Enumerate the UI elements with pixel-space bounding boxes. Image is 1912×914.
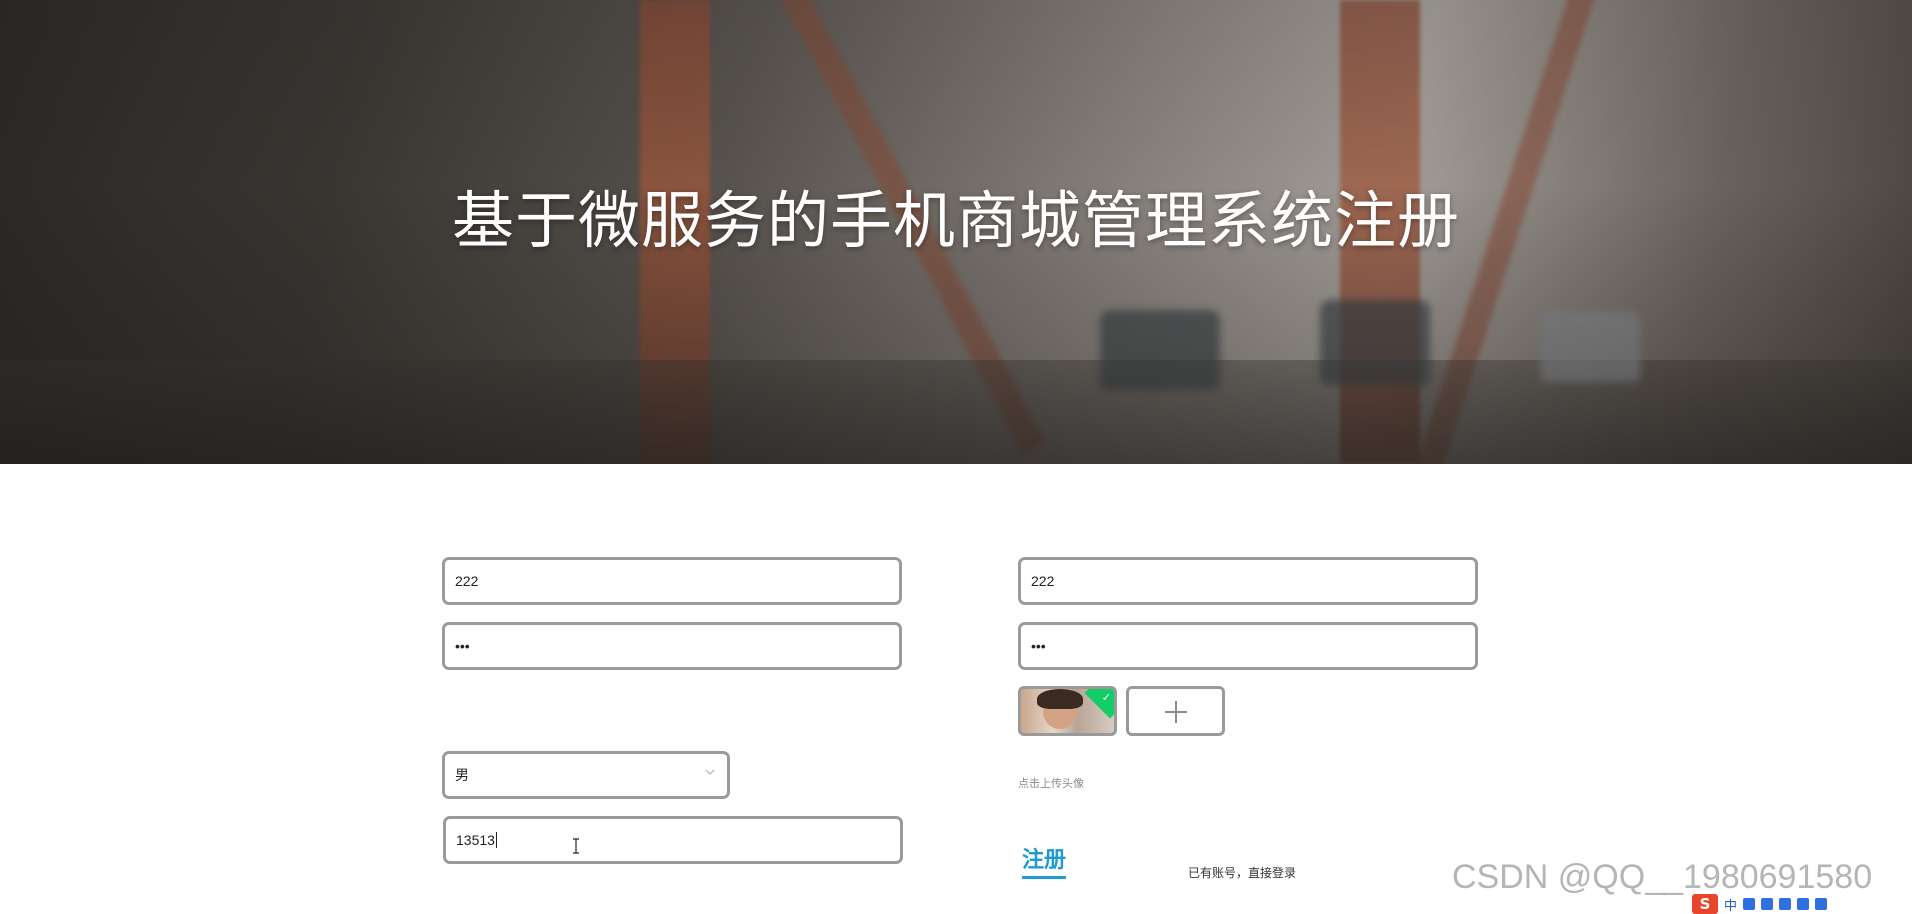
gender-selected-value: 男 (455, 767, 469, 783)
username-field[interactable]: 222 (442, 557, 902, 605)
gender-select[interactable]: 男 (442, 751, 730, 799)
punctuation-icon[interactable] (1743, 898, 1756, 910)
plus-icon-vertical (1175, 701, 1177, 723)
right-field-1-value: 222 (1031, 573, 1055, 589)
page-title: 基于微服务的手机商城管理系统注册 (451, 184, 1460, 257)
hero-banner: 基于微服务的手机商城管理系统注册 (0, 0, 1912, 464)
microphone-icon[interactable] (1761, 898, 1774, 910)
watermark: CSDN @QQ__1980691580 (1452, 858, 1873, 896)
upload-avatar-tip: 点击上传头像 (1018, 777, 1084, 790)
password-value: ••• (455, 638, 470, 654)
sogou-ime-logo-icon[interactable]: S (1692, 894, 1718, 914)
password-field[interactable]: ••• (442, 622, 902, 670)
keyboard-icon[interactable] (1779, 898, 1792, 910)
right-field-2[interactable]: ••• (1018, 622, 1478, 670)
right-field-2-value: ••• (1031, 638, 1046, 654)
ime-mode-label[interactable]: 中 (1724, 895, 1737, 914)
avatar-upload-button[interactable] (1126, 686, 1225, 736)
avatar-hair (1037, 689, 1083, 709)
register-button[interactable]: 注册 (1022, 842, 1067, 879)
skin-icon[interactable] (1797, 898, 1810, 910)
phone-value: 13513 (456, 832, 495, 848)
uploaded-avatar-thumbnail[interactable]: ✓ (1018, 686, 1117, 736)
chevron-down-icon (705, 769, 715, 775)
username-value: 222 (455, 573, 479, 589)
text-caret (495, 832, 497, 848)
login-link[interactable]: 已有账号，直接登录 (1188, 864, 1296, 881)
ime-toolbar[interactable]: S 中 (1692, 894, 1912, 914)
ibeam-cursor-icon (573, 838, 579, 854)
right-field-1[interactable]: 222 (1018, 557, 1478, 605)
toolbox-icon[interactable] (1815, 898, 1828, 910)
check-icon: ✓ (1101, 691, 1111, 704)
phone-field[interactable]: 13513 (443, 816, 903, 864)
upload-success-corner (1084, 689, 1114, 719)
